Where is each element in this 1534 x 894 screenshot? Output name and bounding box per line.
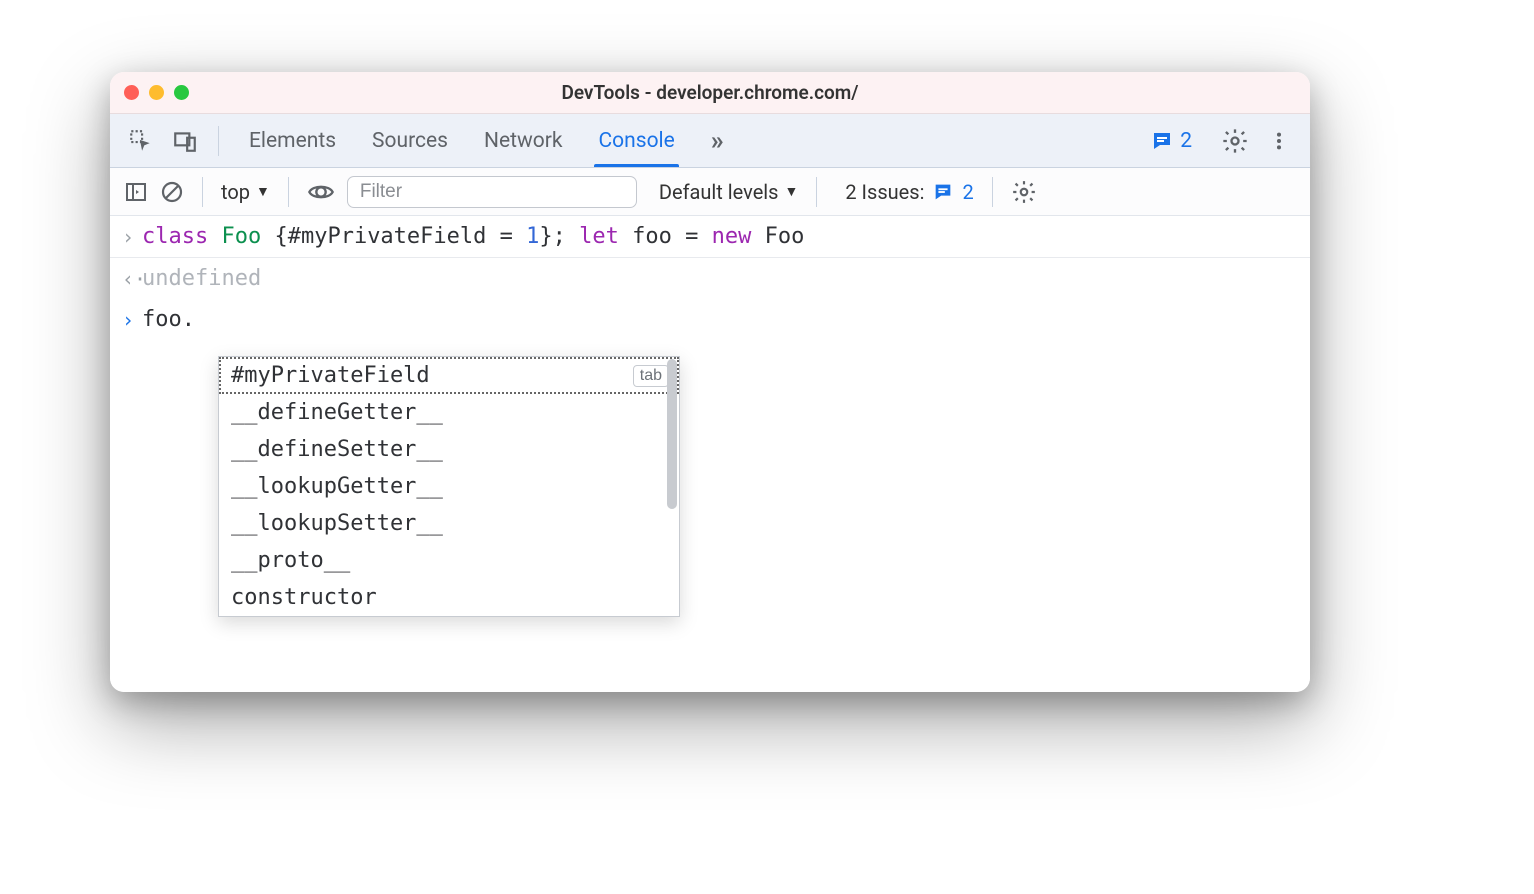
issues-badge[interactable]: 2: [1150, 129, 1192, 153]
device-toolbar-icon[interactable]: [168, 124, 202, 158]
console-sidebar-toggle-icon[interactable]: [124, 180, 148, 204]
tab-console[interactable]: Console: [598, 117, 674, 165]
chevron-down-icon: ▼: [256, 183, 270, 200]
zoom-window-button[interactable]: [174, 85, 189, 100]
titlebar: DevTools - developer.chrome.com/: [110, 72, 1310, 114]
autocomplete-item[interactable]: constructor: [219, 579, 679, 616]
divider: [202, 177, 203, 207]
autocomplete-popup: #myPrivateFieldtab__defineGetter____defi…: [218, 356, 680, 617]
console-entry-row: › class Foo {#myPrivateField = 1}; let f…: [110, 216, 1310, 258]
autocomplete-item[interactable]: __defineGetter__: [219, 394, 679, 431]
autocomplete-item[interactable]: __defineSetter__: [219, 431, 679, 468]
issues-badge-count: 2: [1180, 129, 1192, 153]
more-tabs-icon[interactable]: »: [711, 126, 720, 156]
autocomplete-item[interactable]: __lookupGetter__: [219, 468, 679, 505]
main-toolbar: Elements Sources Network Console » 2: [110, 114, 1310, 168]
tab-hint: tab: [633, 365, 669, 387]
log-levels-label: Default levels: [659, 180, 779, 204]
console-settings-icon[interactable]: [1011, 179, 1037, 205]
more-menu-icon[interactable]: [1262, 124, 1296, 158]
clear-console-icon[interactable]: [160, 180, 184, 204]
prompt-chevron-icon: ›: [122, 308, 134, 332]
autocomplete-item[interactable]: #myPrivateFieldtab: [219, 357, 679, 394]
filter-input[interactable]: [347, 176, 637, 208]
scrollbar-thumb[interactable]: [667, 359, 677, 509]
console-output: › class Foo {#myPrivateField = 1}; let f…: [110, 216, 1310, 692]
live-expression-icon[interactable]: [307, 178, 335, 206]
console-prompt-row[interactable]: › foo.: [110, 299, 1310, 340]
traffic-lights: [124, 85, 189, 100]
output-chevron-icon: ‹·: [122, 267, 146, 291]
inspect-element-icon[interactable]: [124, 124, 158, 158]
divider: [218, 126, 219, 156]
autocomplete-item[interactable]: __lookupSetter__: [219, 505, 679, 542]
divider: [992, 177, 993, 207]
settings-icon[interactable]: [1218, 124, 1252, 158]
minimize-window-button[interactable]: [149, 85, 164, 100]
log-levels-dropdown[interactable]: Default levels ▼: [659, 180, 799, 204]
devtools-window: DevTools - developer.chrome.com/ Element…: [110, 72, 1310, 692]
divider: [288, 177, 289, 207]
console-result-value: undefined: [142, 266, 261, 291]
chevron-down-icon: ▼: [785, 183, 799, 200]
panel-tabs: Elements Sources Network Console: [249, 117, 675, 165]
execution-context-label: top: [221, 180, 250, 204]
issues-summary[interactable]: 2 Issues: 2: [845, 180, 973, 204]
window-title: DevTools - developer.chrome.com/: [110, 81, 1310, 104]
console-result-row: ‹· undefined: [110, 258, 1310, 299]
issues-label: 2 Issues:: [845, 180, 924, 204]
tab-network[interactable]: Network: [484, 117, 563, 165]
input-chevron-icon: ›: [122, 225, 134, 249]
execution-context-dropdown[interactable]: top ▼: [221, 180, 270, 204]
tab-elements[interactable]: Elements: [249, 117, 336, 165]
console-entry-code: class Foo {#myPrivateField = 1}; let foo…: [142, 224, 804, 249]
console-toolbar: top ▼ Default levels ▼ 2 Issues: 2: [110, 168, 1310, 216]
tab-sources[interactable]: Sources: [372, 117, 448, 165]
close-window-button[interactable]: [124, 85, 139, 100]
console-input-text[interactable]: foo.: [142, 307, 195, 332]
autocomplete-item[interactable]: __proto__: [219, 542, 679, 579]
issues-count: 2: [962, 180, 973, 204]
divider: [816, 177, 817, 207]
